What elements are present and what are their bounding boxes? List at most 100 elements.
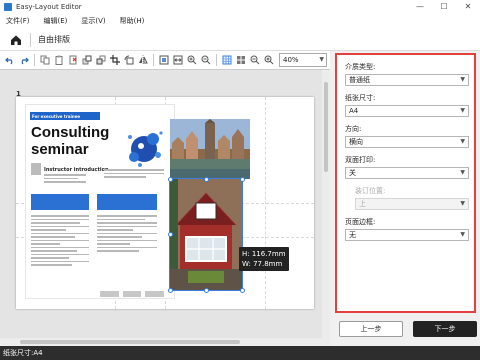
red-house-photo-graphic: [170, 179, 242, 290]
print-settings-panel: 介质类型: 普通纸 ▼ 纸张尺寸: A4 ▼ 方向: 横向 ▼ 双面打印: 关 …: [335, 53, 476, 313]
app-icon: [4, 2, 12, 11]
redo-button[interactable]: [17, 53, 30, 68]
brochure-body-text: [97, 215, 157, 254]
media-type-select[interactable]: 普通纸 ▼: [345, 74, 469, 86]
mode-bar: 自由排版: [0, 29, 480, 51]
next-button[interactable]: 下一步: [413, 321, 477, 337]
resize-handle-top[interactable]: [203, 176, 209, 182]
zoom-out-icon: [201, 55, 210, 65]
flip-button[interactable]: [136, 53, 149, 68]
size-height: H: 116.7mm: [242, 250, 286, 258]
flip-icon: [138, 55, 148, 65]
horizontal-scrollbar[interactable]: [0, 338, 322, 346]
brochure-tag: For executive trainee: [30, 112, 100, 120]
scroll-thumb[interactable]: [20, 340, 240, 344]
resize-handle-top-right[interactable]: [239, 176, 245, 182]
margin-value: 无: [349, 231, 356, 239]
status-bar: 纸张尺寸:A4: [0, 346, 480, 360]
toolbar-separator: [153, 54, 154, 66]
toolbar: 40% ▼: [0, 51, 330, 70]
bring-front-button[interactable]: [80, 53, 93, 68]
margin-label: 页面边框:: [345, 218, 376, 226]
crop-button[interactable]: [108, 53, 121, 68]
menu-help[interactable]: 帮助(H): [118, 15, 147, 27]
zoom-out-button[interactable]: [199, 53, 212, 68]
fit-page-button[interactable]: [157, 53, 170, 68]
grid-icon: [222, 55, 231, 65]
fit-width-button[interactable]: [171, 53, 184, 68]
zoom-in-button[interactable]: [185, 53, 198, 68]
title-bar: Easy-Layout Editor — ☐ ✕: [0, 0, 480, 13]
delete-icon: [69, 55, 76, 65]
zoom-value: 40%: [283, 56, 299, 64]
delete-button[interactable]: [66, 53, 79, 68]
size-width: W: 77.8mm: [242, 260, 283, 268]
chevron-down-icon: ▼: [319, 56, 324, 63]
magnifier-minus-icon: [250, 55, 259, 65]
redo-icon: [21, 57, 29, 65]
resize-handle-bottom-left[interactable]: [167, 287, 173, 293]
window-title: Easy-Layout Editor: [16, 2, 82, 11]
duplex-select[interactable]: 关 ▼: [345, 167, 469, 179]
selected-photo[interactable]: [169, 178, 243, 291]
zoom-in-small-button[interactable]: [262, 53, 275, 68]
town-photo[interactable]: [170, 119, 250, 179]
magnifier-plus-icon: [264, 55, 273, 65]
brochure-splash-graphic: [128, 131, 163, 167]
paste-button[interactable]: [52, 53, 65, 68]
vertical-scrollbar[interactable]: [322, 70, 330, 346]
orientation-select[interactable]: 横向 ▼: [345, 136, 469, 148]
previous-button[interactable]: 上一步: [339, 321, 403, 337]
send-back-button[interactable]: [94, 53, 107, 68]
resize-handle-top-left[interactable]: [167, 176, 173, 182]
minimize-button[interactable]: —: [408, 0, 432, 13]
binding-value: 上: [359, 200, 366, 208]
brochure-info-box: [97, 194, 157, 210]
menu-view[interactable]: 显示(V): [79, 15, 107, 27]
zoom-out-small-button[interactable]: [248, 53, 261, 68]
grid-button[interactable]: [220, 53, 233, 68]
menu-edit[interactable]: 编辑(E): [42, 15, 70, 27]
resize-handle-bottom-right[interactable]: [239, 287, 245, 293]
chevron-down-icon: ▼: [460, 169, 465, 176]
home-button[interactable]: [8, 32, 24, 48]
duplex-value: 关: [349, 169, 356, 177]
fit-width-icon: [173, 55, 182, 65]
paper-size-select[interactable]: A4 ▼: [345, 105, 469, 117]
canvas-area[interactable]: 1 For executive trainee Consulting semin…: [0, 70, 330, 346]
size-tooltip: H: 116.7mm W: 77.8mm: [239, 247, 289, 271]
layout-button[interactable]: [234, 53, 247, 68]
paper-size-value: A4: [349, 107, 359, 115]
copy-icon: [40, 55, 49, 65]
instructor-photo: [31, 163, 41, 175]
page[interactable]: For executive trainee Consulting seminar…: [16, 97, 314, 309]
maximize-button[interactable]: ☐: [432, 0, 456, 13]
toolbar-separator: [34, 54, 35, 66]
brochure-title: Consulting seminar: [31, 124, 109, 158]
town-photo-graphic: [170, 119, 250, 179]
layer-back-icon: [96, 55, 105, 65]
brochure-image[interactable]: For executive trainee Consulting seminar…: [25, 104, 175, 299]
navigation-buttons: 上一步 下一步: [331, 321, 480, 337]
resize-handle-left[interactable]: [167, 232, 173, 237]
binding-label: 装订位置:: [355, 187, 386, 195]
brochure-logos: [100, 291, 165, 297]
window-controls: — ☐ ✕: [408, 0, 480, 13]
brochure-body-text: [44, 174, 86, 185]
zoom-select[interactable]: 40% ▼: [279, 53, 327, 67]
copy-button[interactable]: [38, 53, 51, 68]
chevron-down-icon: ▼: [460, 231, 465, 238]
resize-handle-bottom[interactable]: [203, 287, 209, 293]
brochure-title-line: seminar: [31, 141, 89, 158]
crop-icon: [109, 55, 120, 65]
menu-file[interactable]: 文件(F): [4, 15, 32, 27]
rotate-button[interactable]: [122, 53, 135, 68]
menu-bar: 文件(F) 编辑(E) 显示(V) 帮助(H): [0, 13, 480, 29]
orientation-value: 横向: [349, 138, 363, 146]
brochure-info-box: [31, 194, 89, 210]
undo-button[interactable]: [3, 53, 16, 68]
scroll-thumb[interactable]: [324, 82, 328, 172]
media-type-value: 普通纸: [349, 76, 370, 84]
close-button[interactable]: ✕: [456, 0, 480, 13]
margin-select[interactable]: 无 ▼: [345, 229, 469, 241]
